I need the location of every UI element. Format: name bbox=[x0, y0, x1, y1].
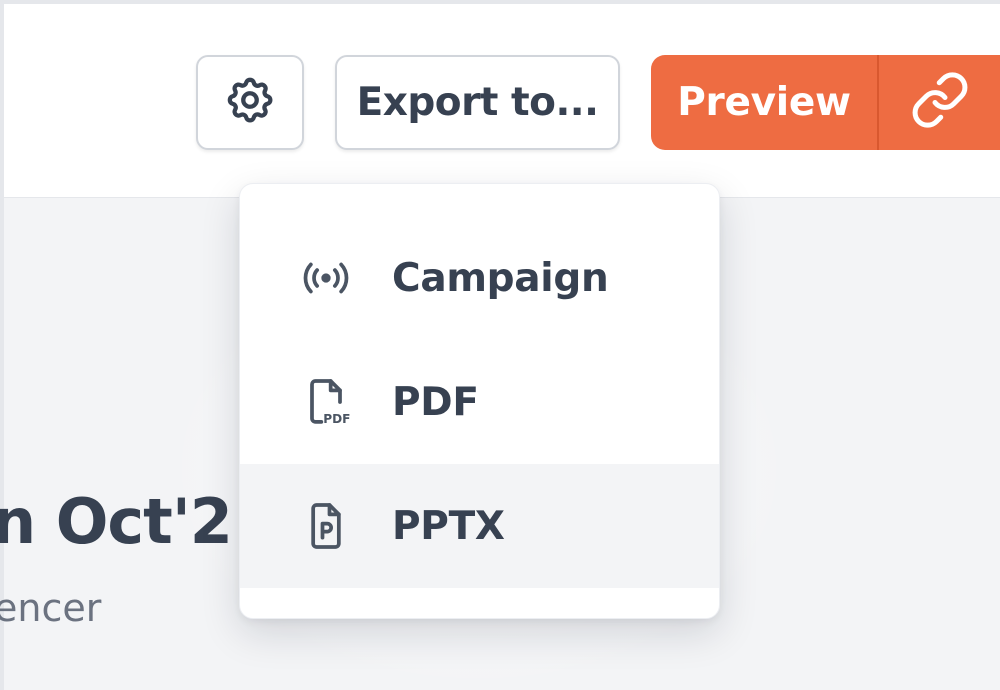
pdf-file-icon: PDF bbox=[298, 374, 354, 430]
menu-item-campaign[interactable]: Campaign bbox=[240, 216, 719, 340]
preview-label: Preview bbox=[677, 80, 851, 125]
menu-item-pptx[interactable]: PPTX bbox=[240, 464, 719, 588]
preview-split-button: Preview bbox=[651, 55, 1000, 150]
svg-text:PDF: PDF bbox=[323, 412, 350, 426]
broadcast-icon bbox=[298, 250, 354, 306]
export-to-label: Export to... bbox=[356, 80, 599, 125]
export-dropdown-menu: Campaign PDF PDF PPTX bbox=[239, 183, 720, 619]
copy-link-button[interactable] bbox=[879, 55, 1000, 150]
link-icon bbox=[910, 70, 970, 135]
document-title: n Oct'2 bbox=[0, 485, 233, 558]
menu-label-pdf: PDF bbox=[392, 379, 479, 425]
settings-button[interactable] bbox=[196, 55, 304, 150]
document-subtitle: encer bbox=[0, 586, 102, 630]
menu-label-campaign: Campaign bbox=[392, 255, 609, 301]
app-window: n Oct'2 encer Export to... Preview Campa… bbox=[0, 0, 1000, 690]
pptx-file-icon bbox=[298, 498, 354, 554]
preview-button[interactable]: Preview bbox=[651, 55, 877, 150]
export-to-button[interactable]: Export to... bbox=[335, 55, 620, 150]
menu-label-pptx: PPTX bbox=[392, 503, 505, 549]
gear-icon bbox=[223, 73, 277, 132]
menu-item-pdf[interactable]: PDF PDF bbox=[240, 340, 719, 464]
